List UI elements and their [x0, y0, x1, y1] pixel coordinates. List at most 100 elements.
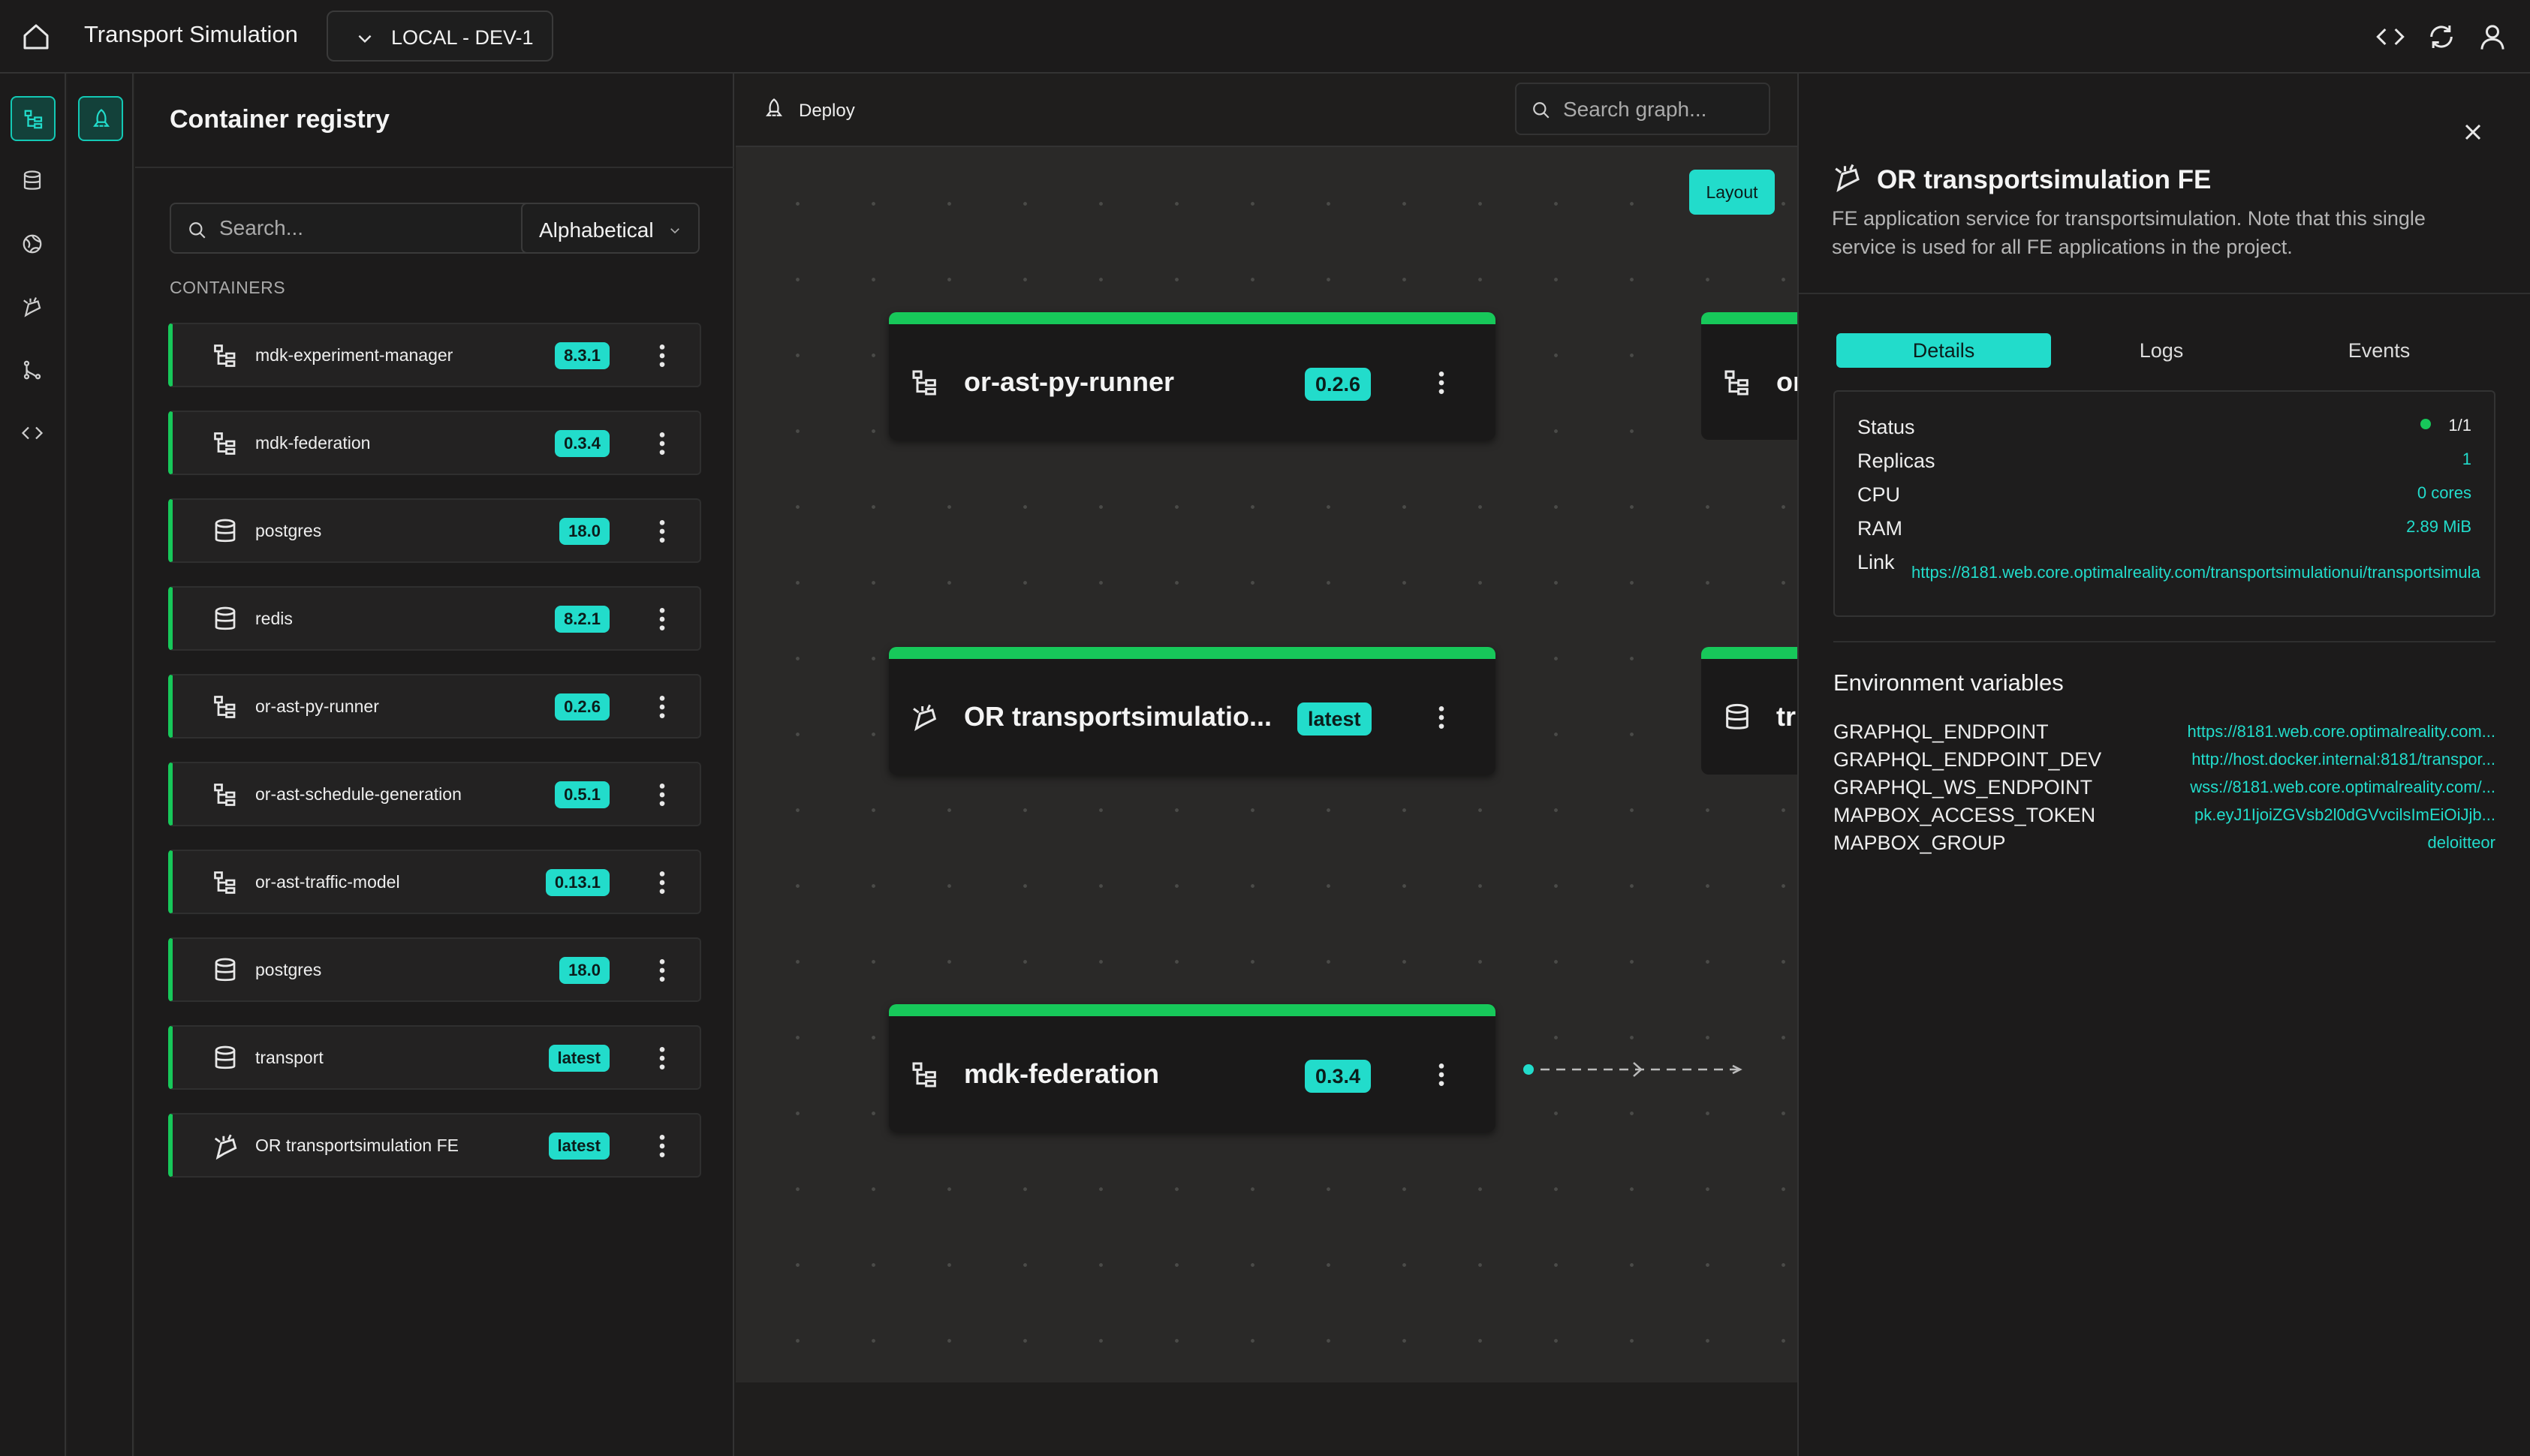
container-version-badge: 8.2.1 [555, 606, 610, 633]
chevron-down-icon [670, 228, 679, 234]
env-key: GRAPHQL_ENDPOINT_DEV [1833, 748, 2102, 771]
user-icon[interactable] [2477, 22, 2507, 52]
env-value[interactable]: wss://8181.web.core.optimalreality.com/.… [2190, 778, 2495, 797]
search-icon [189, 222, 206, 239]
nav-git[interactable] [11, 348, 56, 393]
database-icon [212, 606, 239, 633]
more-vertical-icon[interactable] [647, 604, 677, 634]
chevron-down-icon [358, 35, 372, 44]
nav-containers[interactable] [11, 96, 56, 141]
detail-title: OR transportsimulation FE [1877, 165, 2212, 194]
tab-logs[interactable]: Logs [2054, 333, 2269, 368]
code-icon [21, 426, 44, 440]
link-label: Link [1857, 551, 1895, 573]
container-version-badge: 18.0 [559, 957, 610, 984]
graph-node[interactable]: or-ast-py-runner 0.2.6 [889, 312, 1495, 440]
node-name: tr [1776, 701, 1796, 732]
container-list-item[interactable]: postgres 18.0 [168, 498, 701, 563]
container-name: or-ast-schedule-generation [255, 784, 462, 804]
more-vertical-icon[interactable] [1426, 366, 1456, 399]
graph-search-input[interactable] [1563, 95, 1758, 125]
cpu-label: CPU [1857, 483, 1901, 506]
container-list-item[interactable]: or-ast-traffic-model 0.13.1 [168, 850, 701, 914]
nav-network[interactable] [11, 222, 56, 267]
env-row: MAPBOX_GROUP deloitteor [1833, 832, 2495, 859]
replicas-value: 1 [2462, 450, 2471, 468]
graph-node[interactable]: mdk-federation 0.3.4 [889, 1004, 1495, 1132]
env-value[interactable]: deloitteor [2427, 833, 2495, 853]
graph-canvas[interactable]: Deploy Layout or-ast-py-runner 0.2.6 OR … [736, 74, 1797, 1382]
sort-select[interactable]: Alphabetical [521, 203, 700, 254]
container-list-item[interactable]: postgres 18.0 [168, 937, 701, 1002]
replicas-label: Replicas [1857, 450, 1935, 472]
environment-select[interactable]: LOCAL - DEV-1 [327, 11, 553, 62]
nav-frontends[interactable] [11, 285, 56, 330]
more-vertical-icon[interactable] [647, 1043, 677, 1073]
more-vertical-icon[interactable] [647, 1131, 677, 1161]
more-vertical-icon[interactable] [647, 516, 677, 546]
env-key: MAPBOX_GROUP [1833, 832, 2006, 854]
container-list-item[interactable]: OR transportsimulation FE latest [168, 1113, 701, 1178]
node-version-badge: latest [1297, 702, 1372, 736]
code-icon[interactable] [2375, 22, 2405, 52]
node-name: OR transportsimulatio... [964, 701, 1273, 732]
graph-node-partial[interactable]: tr [1701, 647, 1797, 775]
env-value[interactable]: pk.eyJ1IjoiZGVsb2l0dGVvcilsImEiOiJjb... [2194, 805, 2495, 825]
frontend-icon [212, 1133, 240, 1161]
env-value[interactable]: http://host.docker.internal:8181/transpo… [2191, 750, 2495, 769]
tab-details[interactable]: Details [1836, 333, 2051, 368]
env-row: GRAPHQL_ENDPOINT https://8181.web.core.op… [1833, 720, 2495, 748]
container-list-item[interactable]: redis 8.2.1 [168, 586, 701, 651]
graph-node[interactable]: OR transportsimulatio... latest [889, 647, 1495, 775]
env-row: GRAPHQL_ENDPOINT_DEV http://host.docker.i… [1833, 748, 2495, 776]
container-name: or-ast-traffic-model [255, 872, 400, 892]
more-vertical-icon[interactable] [647, 341, 677, 371]
close-icon[interactable] [2459, 119, 2486, 146]
subnav-deploy[interactable] [78, 96, 123, 141]
container-version-badge: 18.0 [559, 518, 610, 545]
divider [1833, 641, 2495, 642]
hierarchy-icon [212, 781, 239, 808]
node-name: or-ast-py-runner [964, 366, 1175, 397]
home-icon[interactable] [21, 22, 51, 52]
more-vertical-icon[interactable] [1426, 701, 1456, 734]
nav-databases[interactable] [11, 159, 56, 204]
status-label: Status [1857, 416, 1915, 438]
container-version-badge: 8.3.1 [555, 342, 610, 369]
top-bar: Transport Simulation LOCAL - DEV-1 [0, 0, 2530, 74]
container-list-item[interactable]: or-ast-schedule-generation 0.5.1 [168, 762, 701, 826]
tab-events[interactable]: Events [2272, 333, 2486, 368]
link-value[interactable]: https://8181.web.core.optimalreality.com… [1911, 563, 2495, 582]
more-vertical-icon[interactable] [647, 692, 677, 722]
environment-label: LOCAL - DEV-1 [391, 26, 534, 49]
graph-node-partial[interactable]: or [1701, 312, 1797, 440]
node-name: or [1776, 366, 1797, 397]
container-list: mdk-experiment-manager 8.3.1 mdk-federatio… [168, 323, 701, 1201]
env-value[interactable]: https://8181.web.core.optimalreality.com… [2188, 722, 2495, 742]
database-icon [212, 518, 239, 545]
registry-header: Container registry [135, 74, 734, 168]
container-version-badge: 0.3.4 [555, 430, 610, 457]
container-list-item[interactable]: or-ast-py-runner 0.2.6 [168, 674, 701, 739]
more-vertical-icon[interactable] [647, 868, 677, 898]
container-list-item[interactable]: transport latest [168, 1025, 701, 1090]
node-version-badge: 0.2.6 [1305, 368, 1372, 401]
graph-search[interactable] [1515, 83, 1770, 135]
layout-button[interactable]: Layout [1689, 170, 1775, 215]
container-list-item[interactable]: mdk-federation 0.3.4 [168, 411, 701, 475]
hierarchy-icon [212, 342, 239, 369]
cpu-value: 0 cores [2417, 483, 2471, 502]
container-list-item[interactable]: mdk-experiment-manager 8.3.1 [168, 323, 701, 387]
more-vertical-icon[interactable] [1426, 1058, 1456, 1091]
env-key: MAPBOX_ACCESS_TOKEN [1833, 804, 2096, 826]
search-icon [1533, 102, 1550, 119]
env-key: GRAPHQL_ENDPOINT [1833, 720, 2049, 743]
deploy-label: Deploy [799, 101, 855, 121]
container-name: postgres [255, 521, 322, 540]
more-vertical-icon[interactable] [647, 429, 677, 459]
more-vertical-icon[interactable] [647, 955, 677, 985]
more-vertical-icon[interactable] [647, 780, 677, 810]
refresh-icon[interactable] [2426, 22, 2456, 52]
database-icon [212, 1045, 239, 1072]
nav-code[interactable] [11, 411, 56, 456]
